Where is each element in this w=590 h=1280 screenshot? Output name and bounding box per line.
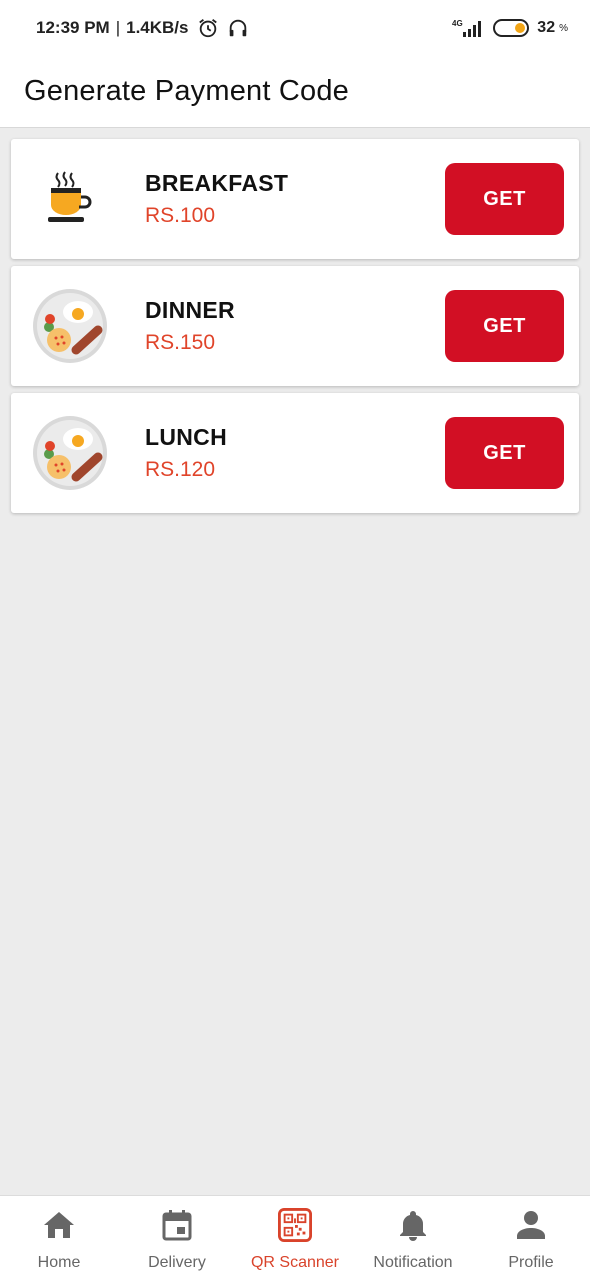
nav-label-home: Home — [37, 1254, 81, 1271]
battery-unit: % — [559, 22, 568, 34]
meal-list: BREAKFAST RS.100 GET DINNER RS.150 GET L… — [11, 139, 579, 520]
meal-name: LUNCH — [145, 424, 227, 450]
nav-item-profile[interactable]: Profile — [472, 1196, 590, 1280]
meal-info: DINNER RS.150 — [145, 297, 235, 355]
calendar-icon — [160, 1208, 194, 1242]
meal-info: BREAKFAST RS.100 — [145, 170, 288, 228]
nav-item-delivery[interactable]: Delivery — [118, 1196, 236, 1280]
person-icon — [514, 1208, 548, 1242]
status-time: 12:39 PM — [36, 18, 110, 37]
meal-info: LUNCH RS.120 — [145, 424, 227, 482]
nav-label-notification: Notification — [373, 1254, 453, 1271]
nav-label-profile: Profile — [508, 1254, 554, 1271]
meal-price: RS.100 — [145, 204, 216, 227]
meal-name: BREAKFAST — [145, 170, 289, 196]
nav-item-home[interactable]: Home — [0, 1196, 118, 1280]
meal-card-dinner: DINNER RS.150 GET — [11, 266, 579, 386]
alarm-icon — [198, 19, 217, 38]
nav-item-qr-scanner[interactable]: QR Scanner — [236, 1196, 354, 1280]
page-title: Generate Payment Code — [24, 75, 349, 107]
battery-icon — [493, 19, 530, 37]
meal-card-breakfast: BREAKFAST RS.100 GET — [11, 139, 579, 259]
status-right: 4G 32 % — [451, 18, 568, 38]
status-separator: | — [115, 18, 121, 37]
get-lunch-button[interactable]: GET — [445, 417, 564, 489]
get-dinner-button[interactable]: GET — [445, 290, 564, 362]
nav-item-notification[interactable]: Notification — [354, 1196, 472, 1280]
bell-icon — [396, 1208, 430, 1242]
breakfast-plate-icon — [32, 288, 108, 364]
meal-card-lunch: LUNCH RS.120 GET — [11, 393, 579, 513]
status-bar: 12:39 PM | 1.4KB/s 4G 32 % — [0, 0, 590, 56]
nav-label-qr-scanner: QR Scanner — [250, 1254, 340, 1271]
home-icon — [42, 1208, 76, 1242]
status-left: 12:39 PM | 1.4KB/s — [36, 17, 249, 39]
headphones-icon — [229, 19, 246, 37]
battery-percent: 32 — [537, 19, 556, 36]
coffee-cup-icon — [32, 161, 108, 237]
meal-name: DINNER — [145, 297, 235, 323]
bottom-nav: Home Delivery QR Scanner Notification Pr… — [0, 1195, 590, 1280]
qr-code-icon — [278, 1208, 312, 1242]
app-header: Generate Payment Code — [0, 56, 590, 128]
network-speed: 1.4KB/s — [126, 18, 189, 37]
network-type: 4G — [452, 19, 463, 28]
signal-icon: 4G — [452, 19, 482, 37]
get-breakfast-button[interactable]: GET — [445, 163, 564, 235]
meal-price: RS.150 — [145, 331, 216, 354]
breakfast-plate-icon — [32, 415, 108, 491]
meal-price: RS.120 — [145, 458, 216, 481]
nav-label-delivery: Delivery — [148, 1254, 206, 1271]
